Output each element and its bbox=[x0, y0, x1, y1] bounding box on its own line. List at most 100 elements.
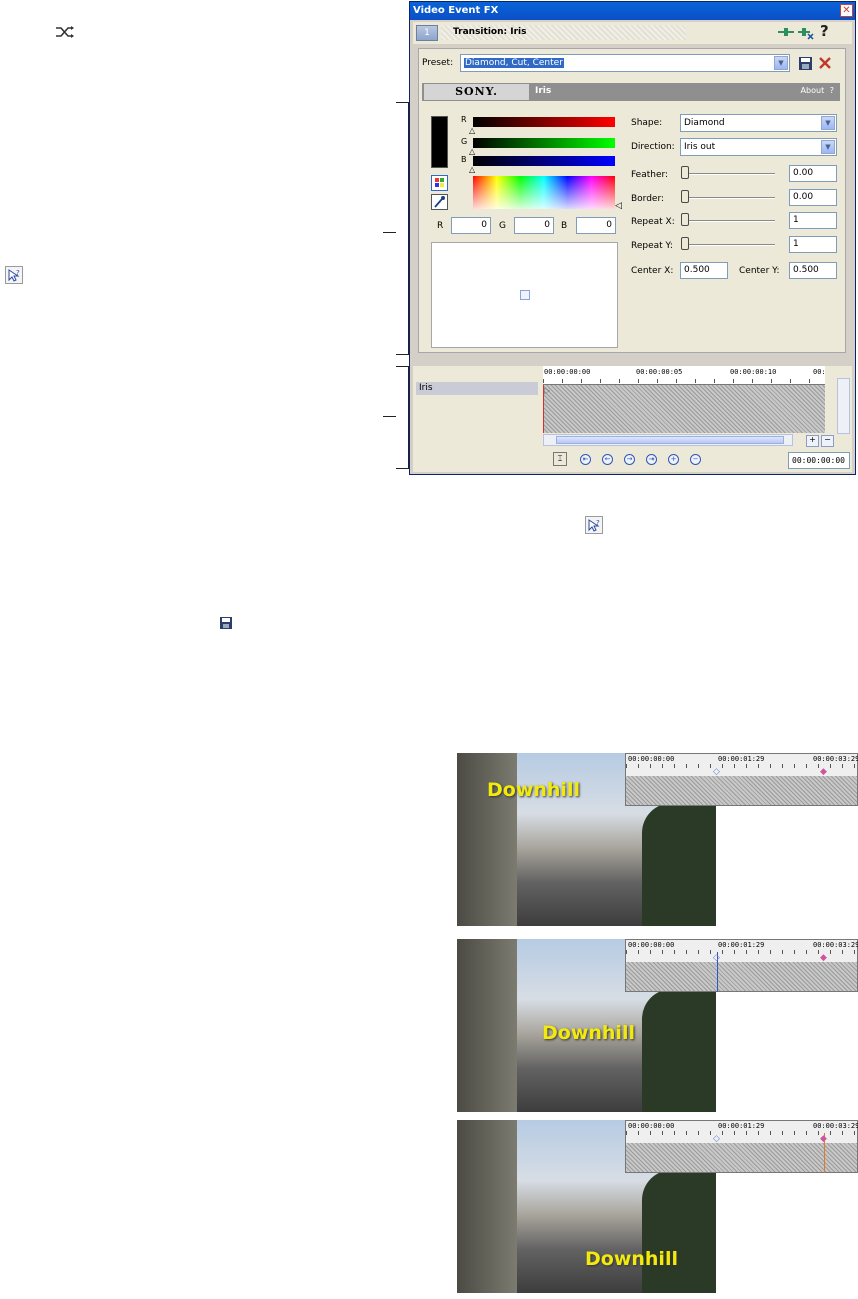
border-value: 0.00 bbox=[793, 192, 814, 202]
chevron-down-icon[interactable]: ▼ bbox=[821, 140, 835, 154]
feather-slider-track[interactable] bbox=[683, 173, 775, 175]
center-y-field[interactable]: 0.500 bbox=[789, 262, 837, 279]
b-value-field[interactable]: 0 bbox=[576, 217, 616, 234]
horizontal-scrollbar[interactable] bbox=[543, 434, 793, 446]
feather-slider-thumb[interactable] bbox=[681, 166, 689, 179]
shuffle-icon bbox=[55, 25, 75, 39]
track-row-iris[interactable]: Iris bbox=[416, 382, 538, 395]
timecode-field[interactable]: 00:00:00:00 bbox=[788, 452, 850, 469]
keyframe-track[interactable]: ▷ bbox=[543, 385, 825, 433]
sync-cursor-icon[interactable]: ⌶ bbox=[553, 452, 567, 466]
b-value: 0 bbox=[606, 220, 612, 230]
mini-timeline-3: 00:00:00:00 00:00:01:29 00:00:03:29 ◇ ◆ bbox=[625, 1120, 858, 1173]
b-slider-label: B bbox=[461, 155, 467, 164]
g-slider-label: G bbox=[461, 137, 468, 146]
keyframe-marker-icon: ◇ bbox=[713, 953, 720, 963]
g-value-field[interactable]: 0 bbox=[514, 217, 554, 234]
ruler-tick-label: 00:00:01:29 bbox=[718, 1122, 765, 1130]
help-button[interactable]: ? bbox=[820, 22, 834, 42]
keyframe-marker-icon: ◆ bbox=[820, 1134, 827, 1144]
add-keyframe-icon[interactable]: + bbox=[668, 454, 679, 465]
eyedropper-icon[interactable] bbox=[431, 194, 448, 210]
tree-shape bbox=[642, 803, 716, 926]
preview-box bbox=[431, 242, 618, 348]
next-keyframe-icon[interactable]: → bbox=[624, 454, 635, 465]
chevron-down-icon[interactable]: ▼ bbox=[821, 116, 835, 130]
color-spectrum[interactable] bbox=[473, 176, 615, 209]
transition-tab[interactable]: Transition: Iris bbox=[441, 25, 686, 40]
ruler-tick-label: 00: bbox=[813, 368, 826, 376]
zoom-in-icon[interactable]: + bbox=[806, 435, 819, 447]
repeat-x-value: 1 bbox=[793, 215, 799, 225]
spectrum-marker-icon: ◁ bbox=[615, 201, 622, 211]
repeat-y-value: 1 bbox=[793, 239, 799, 249]
delete-preset-icon[interactable] bbox=[818, 56, 832, 70]
timecode-value: 00:00:00:00 bbox=[792, 456, 845, 465]
help-pointer-icon: ? bbox=[585, 516, 603, 534]
center-x-value: 0.500 bbox=[684, 265, 710, 275]
video-caption: Downhill bbox=[542, 1022, 635, 1044]
direction-label: Direction: bbox=[631, 142, 675, 152]
svg-text:?: ? bbox=[596, 519, 600, 527]
feather-value: 0.00 bbox=[793, 168, 814, 178]
repeat-y-slider-track[interactable] bbox=[683, 244, 775, 246]
ruler-ticks bbox=[543, 379, 825, 383]
repeat-x-slider-track[interactable] bbox=[683, 220, 775, 222]
feather-label: Feather: bbox=[631, 170, 669, 180]
sony-logo: SONY. bbox=[424, 84, 529, 100]
repeat-x-field[interactable]: 1 bbox=[789, 212, 837, 229]
direction-combo[interactable]: Iris out ▼ bbox=[680, 138, 837, 156]
center-x-field[interactable]: 0.500 bbox=[680, 262, 728, 279]
border-field[interactable]: 0.00 bbox=[789, 189, 837, 206]
add-plugin-icon[interactable] bbox=[778, 26, 794, 38]
keyframe-marker-icon[interactable]: ▷ bbox=[544, 386, 550, 395]
shape-value: Diamond bbox=[684, 118, 725, 128]
preset-combo[interactable]: Diamond, Cut, Center ▼ bbox=[460, 54, 790, 72]
preset-value: Diamond, Cut, Center bbox=[464, 58, 564, 68]
feather-field[interactable]: 0.00 bbox=[789, 165, 837, 182]
fx-chain-button[interactable]: 1 bbox=[416, 25, 438, 41]
building-shape bbox=[457, 1120, 517, 1293]
first-keyframe-icon[interactable]: ⇤ bbox=[580, 454, 591, 465]
repeat-x-slider-thumb[interactable] bbox=[681, 213, 689, 226]
keyframe-track bbox=[626, 1143, 857, 1172]
last-keyframe-icon[interactable]: ⇥ bbox=[646, 454, 657, 465]
delete-keyframe-icon[interactable]: − bbox=[690, 454, 701, 465]
plugin-panel: Preset: Diamond, Cut, Center ▼ SONY. Iri… bbox=[418, 48, 846, 353]
remove-plugin-icon[interactable] bbox=[798, 26, 814, 40]
r-slider[interactable] bbox=[473, 117, 615, 127]
ruler-tick-label: 00:00:00:05 bbox=[636, 368, 683, 376]
keyframe-marker-icon: ◇ bbox=[713, 767, 720, 777]
scrollbar-thumb[interactable] bbox=[556, 436, 784, 444]
ruler-tick-label: 00:00:00:00 bbox=[628, 1122, 675, 1130]
ruler-tick-label: 00:00:01:29 bbox=[718, 755, 765, 763]
vertical-scrollbar[interactable] bbox=[837, 378, 850, 434]
zoom-out-icon[interactable]: − bbox=[821, 435, 834, 447]
keyframe-track bbox=[626, 776, 857, 805]
ruler-tick-label: 00:00:03:29 bbox=[813, 755, 858, 763]
repeat-y-slider-thumb[interactable] bbox=[681, 237, 689, 250]
shape-combo[interactable]: Diamond ▼ bbox=[680, 114, 837, 132]
border-slider-track[interactable] bbox=[683, 197, 775, 199]
close-button[interactable]: ✕ bbox=[840, 4, 853, 17]
keyframe-area: Iris 00:00:00:00 00:00:00:05 00:00:00:10… bbox=[413, 366, 852, 472]
b-slider[interactable] bbox=[473, 156, 615, 166]
palette-icon[interactable] bbox=[431, 175, 448, 191]
r-value-field[interactable]: 0 bbox=[451, 217, 491, 234]
save-preset-icon[interactable] bbox=[799, 57, 812, 70]
g-slider[interactable] bbox=[473, 138, 615, 148]
keyframe-marker-icon: ◆ bbox=[820, 767, 827, 777]
border-slider-thumb[interactable] bbox=[681, 190, 689, 203]
chevron-down-icon[interactable]: ▼ bbox=[774, 56, 788, 70]
chain-bar: 1 Transition: Iris ? bbox=[413, 22, 852, 44]
ruler-tick-label: 00:00:03:29 bbox=[813, 941, 858, 949]
keyframe-marker-icon: ◆ bbox=[820, 953, 827, 963]
svg-text:?: ? bbox=[16, 269, 20, 277]
repeat-x-label: Repeat X: bbox=[631, 217, 675, 227]
r-value: 0 bbox=[481, 220, 487, 230]
prev-keyframe-icon[interactable]: ← bbox=[602, 454, 613, 465]
about-help-icon: ? bbox=[829, 86, 834, 95]
repeat-y-field[interactable]: 1 bbox=[789, 236, 837, 253]
b-value-label: B bbox=[561, 221, 568, 231]
about-link[interactable]: About ? bbox=[801, 86, 834, 95]
